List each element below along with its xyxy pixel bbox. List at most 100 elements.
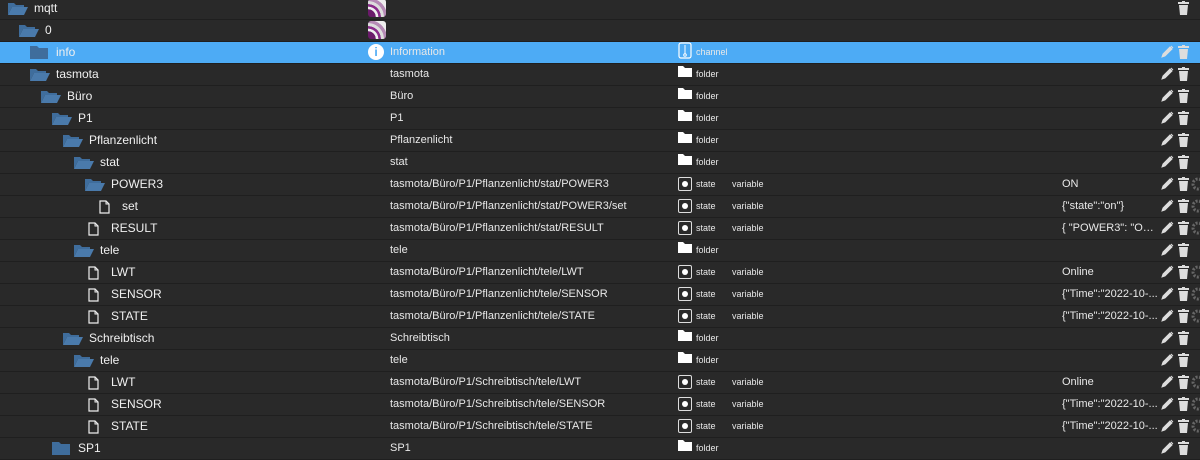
object-value[interactable]: ON [1062, 174, 1158, 195]
row-actions [1160, 438, 1200, 459]
object-value[interactable]: {"Time":"2022-10-... [1062, 284, 1158, 305]
object-value[interactable]: {"Time":"2022-10-... [1062, 394, 1158, 415]
folder-open-icon[interactable] [85, 174, 105, 195]
tree-row-tasmota[interactable]: tasmota tasmota folder [0, 64, 1200, 86]
object-id[interactable]: Büro [67, 86, 92, 107]
object-type: folder [696, 91, 719, 101]
file-icon[interactable] [88, 306, 104, 327]
tree-row-0[interactable]: 0 [0, 20, 1200, 42]
object-id[interactable]: POWER3 [111, 174, 163, 195]
object-role: variable [732, 377, 764, 387]
folder-icon[interactable] [30, 42, 48, 63]
object-name: tasmota/Büro/P1/Schreibtisch/tele/LWT [390, 376, 582, 388]
tree-row-state[interactable]: STATE tasmota/Büro/P1/Schreibtisch/tele/S… [0, 416, 1200, 438]
object-id[interactable]: tasmota [56, 64, 99, 85]
file-icon[interactable] [88, 416, 104, 437]
row-actions [1160, 328, 1200, 349]
object-id[interactable]: STATE [111, 306, 148, 327]
tree-row-pflanzenlicht[interactable]: Pflanzenlicht Pflanzenlicht folder [0, 130, 1200, 152]
row-actions [1160, 284, 1200, 305]
object-id[interactable]: SENSOR [111, 284, 162, 305]
object-name: tele [390, 354, 408, 366]
tree-row-tele[interactable]: tele tele folder [0, 350, 1200, 372]
object-type: folder [696, 135, 719, 145]
row-actions [1160, 394, 1200, 415]
tree-row-power3[interactable]: POWER3 tasmota/Büro/P1/Pflanzenlicht/stat… [0, 174, 1200, 196]
folder-open-icon[interactable] [30, 64, 50, 85]
object-type: state [696, 399, 716, 409]
tree-row-sensor[interactable]: SENSOR tasmota/Büro/P1/Schreibtisch/tele/… [0, 394, 1200, 416]
file-icon[interactable] [99, 196, 115, 217]
folder-open-icon[interactable] [74, 350, 94, 371]
object-type: state [696, 421, 716, 431]
object-id[interactable]: LWT [111, 372, 135, 393]
folder-open-icon[interactable] [19, 20, 39, 41]
object-id[interactable]: SENSOR [111, 394, 162, 415]
object-id[interactable]: tele [100, 350, 119, 371]
object-value[interactable]: {"Time":"2022-10-... [1062, 416, 1158, 437]
object-id[interactable]: info [56, 42, 75, 63]
object-id[interactable]: set [122, 196, 138, 217]
tree-row-stat[interactable]: stat stat folder [0, 152, 1200, 174]
object-name: tasmota/Büro/P1/Pflanzenlicht/stat/RESUL… [390, 222, 604, 234]
folder-open-icon[interactable] [74, 240, 94, 261]
object-role: variable [732, 399, 764, 409]
object-id[interactable]: tele [100, 240, 119, 261]
object-role: variable [732, 289, 764, 299]
object-id[interactable]: P1 [78, 108, 93, 129]
tree-row-büro[interactable]: Büro Büro folder [0, 86, 1200, 108]
tree-row-schreibtisch[interactable]: Schreibtisch Schreibtisch folder [0, 328, 1200, 350]
object-id[interactable]: SP1 [78, 438, 101, 459]
object-id[interactable]: 0 [45, 20, 52, 41]
object-name: tasmota/Büro/P1/Pflanzenlicht/tele/LWT [390, 266, 584, 278]
row-actions [1160, 240, 1200, 261]
object-id[interactable]: mqtt [34, 0, 57, 19]
object-type: state [696, 223, 716, 233]
tree-row-p1[interactable]: P1 P1 folder [0, 108, 1200, 130]
object-value[interactable]: Online [1062, 372, 1158, 393]
channel-type-icon [678, 42, 692, 63]
folder-open-icon[interactable] [74, 152, 94, 173]
tree-row-result[interactable]: RESULT tasmota/Büro/P1/Pflanzenlicht/stat… [0, 218, 1200, 240]
tree-row-lwt[interactable]: LWT tasmota/Büro/P1/Pflanzenlicht/tele/LW… [0, 262, 1200, 284]
tree-row-sensor[interactable]: SENSOR tasmota/Büro/P1/Pflanzenlicht/tele… [0, 284, 1200, 306]
row-actions [1160, 416, 1200, 437]
object-id[interactable]: Pflanzenlicht [89, 130, 157, 151]
tree-row-lwt[interactable]: LWT tasmota/Büro/P1/Schreibtisch/tele/LWT… [0, 372, 1200, 394]
object-id[interactable]: stat [100, 152, 119, 173]
object-id[interactable]: Schreibtisch [89, 328, 154, 349]
file-icon[interactable] [88, 372, 104, 393]
object-id[interactable]: RESULT [111, 218, 157, 239]
object-tree: mqtt 0 info i Information channel tasmota tasmo… [0, 0, 1200, 460]
folder-type-icon [678, 152, 692, 173]
object-value[interactable]: { "POWER3": "ON" } [1062, 218, 1158, 239]
object-value[interactable]: {"state":"on"} [1062, 196, 1158, 217]
folder-type-icon [678, 108, 692, 129]
object-type: state [696, 267, 716, 277]
folder-open-icon[interactable] [41, 86, 61, 107]
file-icon[interactable] [88, 284, 104, 305]
object-value[interactable]: {"Time":"2022-10-... [1062, 306, 1158, 327]
row-actions [1160, 130, 1200, 151]
tree-row-mqtt[interactable]: mqtt [0, 0, 1200, 20]
tree-row-state[interactable]: STATE tasmota/Büro/P1/Pflanzenlicht/tele/… [0, 306, 1200, 328]
tree-row-set[interactable]: set tasmota/Büro/P1/Pflanzenlicht/stat/PO… [0, 196, 1200, 218]
folder-open-icon[interactable] [8, 0, 28, 19]
folder-open-icon[interactable] [63, 130, 83, 151]
tree-row-info[interactable]: info i Information channel [0, 42, 1200, 64]
file-icon[interactable] [88, 394, 104, 415]
object-name: tasmota/Büro/P1/Pflanzenlicht/tele/SENSO… [390, 288, 608, 300]
folder-open-icon[interactable] [52, 108, 72, 129]
folder-open-icon[interactable] [63, 328, 83, 349]
tree-row-tele[interactable]: tele tele folder [0, 240, 1200, 262]
file-icon[interactable] [88, 218, 104, 239]
object-name: Information [390, 46, 446, 58]
object-id[interactable]: STATE [111, 416, 148, 437]
file-icon[interactable] [88, 262, 104, 283]
object-value[interactable]: Online [1062, 262, 1158, 283]
object-id[interactable]: LWT [111, 262, 135, 283]
tree-row-sp1[interactable]: SP1 SP1 folder [0, 438, 1200, 460]
row-actions [1160, 218, 1200, 239]
folder-icon[interactable] [52, 438, 70, 459]
row-actions [1160, 0, 1200, 19]
